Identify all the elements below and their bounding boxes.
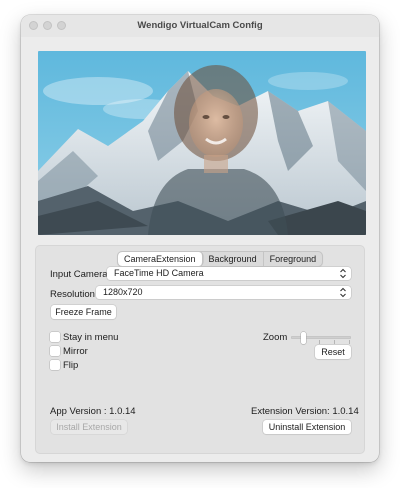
zoom-label: Zoom <box>263 332 288 343</box>
resolution-select[interactable]: 1280x720 <box>96 286 351 299</box>
mirror-checkbox[interactable] <box>50 346 60 356</box>
input-camera-value: FaceTime HD Camera <box>114 268 204 278</box>
extension-version-text: Extension Version: 1.0.14 <box>251 406 359 417</box>
reset-zoom-button[interactable]: Reset <box>315 345 351 359</box>
camera-preview-image <box>38 51 366 235</box>
chevron-updown-icon <box>340 268 346 279</box>
input-camera-label: Input Camera <box>50 269 108 280</box>
camera-preview <box>38 51 366 235</box>
app-version-text: App Version : 1.0.14 <box>50 406 136 417</box>
chevron-updown-icon <box>340 287 346 298</box>
freeze-frame-button[interactable]: Freeze Frame <box>51 305 116 319</box>
install-extension-button[interactable]: Install Extension <box>51 420 127 434</box>
uninstall-extension-button[interactable]: Uninstall Extension <box>263 420 351 434</box>
zoom-slider-knob[interactable] <box>301 332 306 344</box>
title-bar: Wendigo VirtualCam Config <box>21 15 379 37</box>
tab-foreground[interactable]: Foreground <box>264 252 323 266</box>
resolution-label: Resolution <box>50 289 95 300</box>
mirror-label: Mirror <box>63 346 88 357</box>
tab-camera-extension[interactable]: CameraExtension <box>118 252 203 266</box>
config-window: Wendigo VirtualCam Config CameraExtensio… <box>21 15 379 462</box>
stay-in-menu-label: Stay in menu <box>63 332 119 343</box>
tab-bar: CameraExtension Background Foreground <box>117 251 324 267</box>
tab-background[interactable]: Background <box>203 252 264 266</box>
window-title: Wendigo VirtualCam Config <box>137 20 263 31</box>
stay-in-menu-checkbox[interactable] <box>50 332 60 342</box>
flip-label: Flip <box>63 360 79 371</box>
flip-checkbox[interactable] <box>50 360 60 370</box>
resolution-value: 1280x720 <box>103 287 143 297</box>
input-camera-select[interactable]: FaceTime HD Camera <box>107 267 351 280</box>
